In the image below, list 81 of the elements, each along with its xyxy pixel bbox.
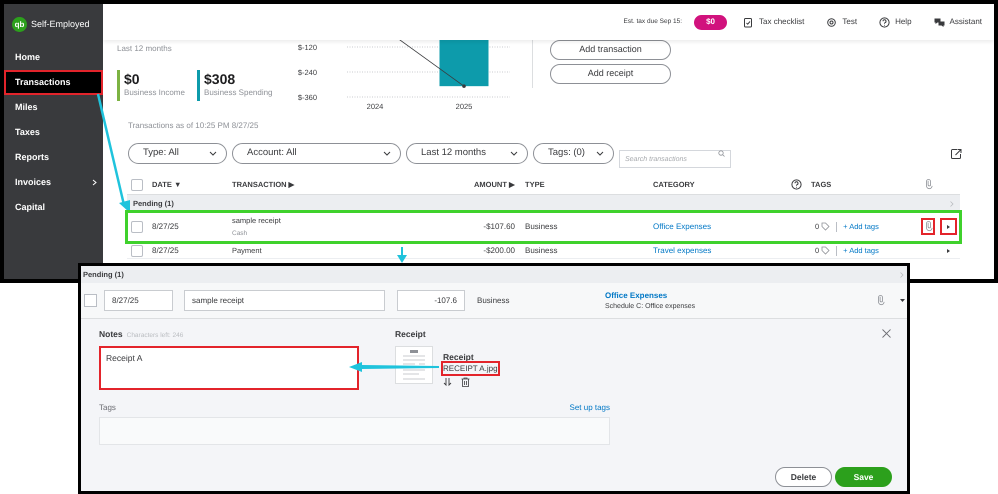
- tag-icon: [821, 222, 830, 231]
- clipboard-icon: [743, 16, 754, 28]
- chevron-down-icon: [596, 150, 604, 157]
- category-link[interactable]: Travel expenses: [653, 244, 791, 256]
- metric-value: $0: [124, 71, 141, 87]
- delete-button[interactable]: Delete: [775, 467, 832, 487]
- caret-down-icon: [900, 299, 905, 302]
- sidebar-item[interactable]: Capital: [4, 195, 103, 220]
- sidebar-item[interactable]: Home: [4, 45, 103, 70]
- sidebar-item[interactable]: Miles: [4, 95, 103, 120]
- filter-dropdown[interactable]: Account: All: [232, 143, 401, 164]
- sidebar-item[interactable]: Transactions: [4, 70, 103, 95]
- category-link[interactable]: Office Expenses: [605, 290, 870, 300]
- chat-icon: [934, 16, 945, 28]
- row-checkbox[interactable]: [84, 294, 97, 307]
- close-icon[interactable]: [882, 329, 891, 338]
- row-checkbox[interactable]: [131, 244, 143, 256]
- action-button[interactable]: Add receipt: [550, 64, 671, 84]
- header-link[interactable]: Tax checklist: [743, 16, 804, 28]
- export-icon[interactable]: [950, 148, 962, 160]
- chevron-down-icon: [510, 150, 518, 157]
- period-label: Last 12 months: [117, 43, 173, 55]
- expand-button[interactable]: [940, 218, 957, 235]
- annotation-arrow: [397, 247, 407, 263]
- notes-field[interactable]: Receipt A: [99, 346, 359, 390]
- type-cell-text: Business: [525, 244, 558, 256]
- attachment-button[interactable]: [921, 218, 935, 235]
- paperclip-icon: [924, 221, 932, 232]
- date-cell-text: 8/27/25: [152, 220, 180, 232]
- paperclip-icon[interactable]: [876, 295, 885, 306]
- amount-cell-text: -$200.00: [482, 244, 516, 256]
- brand-name: Self-Employed: [31, 18, 90, 31]
- action-button[interactable]: Add transaction: [550, 40, 671, 60]
- category-link[interactable]: Office Expenses: [653, 220, 791, 232]
- help-icon: [791, 179, 802, 190]
- caret-right-icon: [947, 224, 950, 228]
- search-icon: [718, 150, 725, 157]
- chart-point: [462, 84, 466, 88]
- header-link[interactable]: Help: [879, 16, 912, 28]
- filter-dropdown[interactable]: Last 12 months: [406, 143, 528, 164]
- help-icon: [879, 16, 890, 28]
- logo-icon: qb: [12, 17, 27, 32]
- description-field[interactable]: sample receipt: [184, 290, 385, 311]
- sidebar-item[interactable]: Invoices: [4, 170, 103, 195]
- amount-cell-text: -$107.60: [482, 220, 516, 232]
- amount-field[interactable]: -107.6: [397, 290, 465, 311]
- type-cell-text: Business: [525, 220, 558, 232]
- paperclip-icon: [924, 179, 933, 190]
- chevron-down-icon: [209, 150, 217, 157]
- select-all-checkbox[interactable]: [131, 178, 143, 190]
- tax-due-badge[interactable]: $0: [694, 14, 728, 30]
- receipt-title: Receipt: [443, 352, 475, 363]
- receipt-thumbnail[interactable]: [395, 346, 433, 384]
- notes-label: Notes: [99, 328, 123, 341]
- trash-icon[interactable]: [461, 377, 470, 387]
- metric-value: $308: [204, 71, 236, 87]
- sidebar-item[interactable]: Reports: [4, 145, 103, 170]
- tags-label: Tags: [99, 402, 116, 414]
- as-of-label: Transactions as of 10:25 PM 8/27/25: [127, 120, 260, 132]
- filter-dropdown[interactable]: Type: All: [128, 143, 227, 164]
- metric-label: Business Spending: [204, 87, 272, 99]
- date-cell-text: 8/27/25: [152, 244, 180, 256]
- chevron-right-icon: [900, 272, 904, 278]
- download-icon[interactable]: [443, 377, 452, 387]
- sidebar-item[interactable]: Taxes: [4, 120, 103, 145]
- chevron-down-icon: [383, 150, 391, 157]
- chevron-right-icon: [950, 200, 954, 206]
- file-name-link[interactable]: RECEIPT A.jpg: [443, 363, 498, 374]
- receipt-heading: Receipt: [395, 328, 427, 340]
- filter-dropdown[interactable]: Tags: (0): [533, 143, 614, 164]
- date-field[interactable]: 8/27/25: [104, 290, 173, 311]
- settings-icon: [826, 16, 838, 28]
- header-link[interactable]: Assistant: [934, 16, 982, 28]
- header-link[interactable]: Test: [826, 16, 858, 28]
- set-up-tags-link[interactable]: Set up tags: [570, 402, 610, 414]
- caret-right-icon: [947, 248, 950, 252]
- row-checkbox[interactable]: [131, 220, 143, 232]
- chevron-right-icon: [92, 179, 97, 186]
- type-cell-text: Business: [477, 294, 510, 306]
- metric-label: Business Income: [124, 87, 185, 99]
- tag-icon: [821, 246, 830, 255]
